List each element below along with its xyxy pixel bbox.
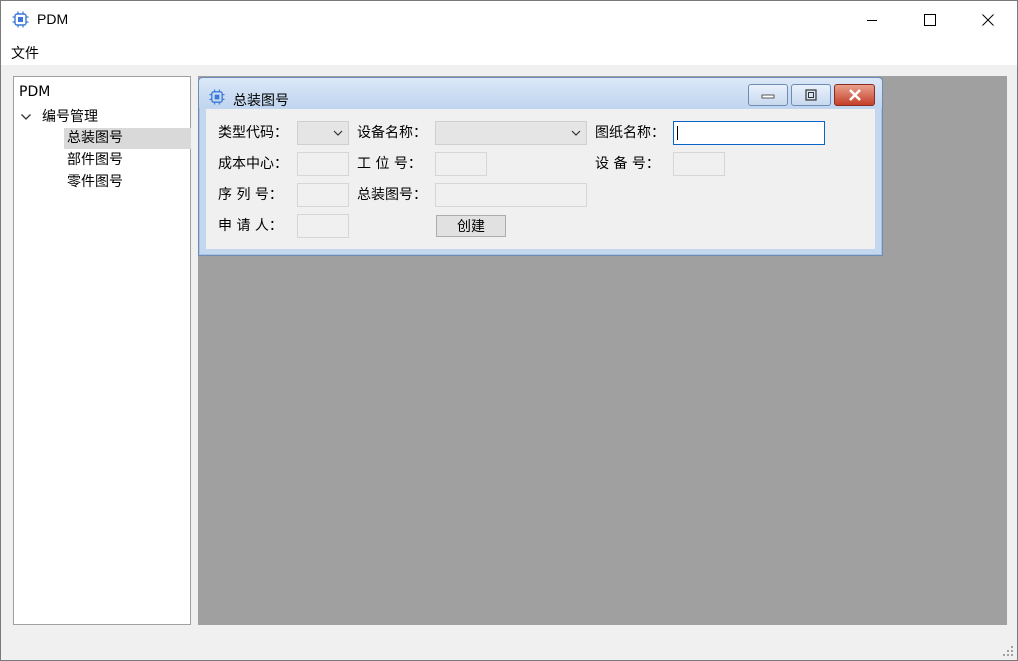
cost-center-input[interactable]: [297, 152, 349, 176]
window-title: PDM: [37, 11, 69, 27]
label-serial-no: 序 列 号：: [218, 187, 283, 203]
create-button[interactable]: 创建: [436, 215, 506, 237]
minimize-button[interactable]: [843, 1, 901, 39]
applicant-input[interactable]: [297, 214, 349, 238]
minimize-icon: [867, 20, 877, 21]
label-type-code: 类型代码：: [218, 125, 288, 141]
menu-bar: 文件: [1, 39, 1017, 65]
resize-grip-icon[interactable]: [1003, 646, 1013, 656]
chip-icon: [12, 11, 29, 28]
label-device-no: 设 备 号：: [595, 156, 660, 172]
main-window: PDM 文件 PDM 编号管理 总装图号 部件图号 零件图号 总装图号 类型代码…: [0, 0, 1018, 661]
text-caret: [677, 126, 678, 140]
subwindow-title: 总装图号: [233, 93, 289, 109]
close-icon: [982, 14, 994, 26]
serial-no-input[interactable]: [297, 183, 349, 207]
tree-group-numbering[interactable]: 编号管理: [42, 107, 98, 128]
tree-item-assembly[interactable]: 总装图号: [64, 128, 191, 149]
subwindow-restore-button[interactable]: [791, 84, 831, 106]
chevron-down-icon: [571, 130, 581, 136]
tree-item-component[interactable]: 部件图号: [67, 150, 123, 171]
label-cost-center: 成本中心：: [218, 156, 288, 172]
label-applicant: 申 请 人：: [218, 218, 283, 234]
close-button[interactable]: [959, 1, 1017, 39]
subwindow-close-button[interactable]: [834, 84, 875, 106]
type-code-combo[interactable]: [297, 121, 349, 145]
minimize-icon: [761, 94, 775, 99]
maximize-icon: [924, 14, 936, 26]
subwindow-title-bar[interactable]: 总装图号: [199, 78, 882, 109]
label-drawing-name: 图纸名称：: [595, 125, 665, 141]
drawing-name-input[interactable]: [673, 121, 825, 145]
assembly-subwindow: 总装图号 类型代码： 设备名称： 图纸名称： 成本中心： 工 位 号： 设 备 …: [198, 77, 883, 256]
tree-item-part[interactable]: 零件图号: [67, 172, 123, 193]
menu-file[interactable]: 文件: [11, 43, 39, 63]
restore-icon: [805, 89, 817, 101]
label-station-no: 工 位 号：: [357, 156, 422, 172]
station-no-input[interactable]: [435, 152, 487, 176]
chevron-down-icon[interactable]: [20, 111, 32, 123]
chip-icon: [209, 89, 225, 105]
close-icon: [848, 89, 861, 101]
device-name-combo[interactable]: [435, 121, 587, 145]
chevron-down-icon: [333, 130, 343, 136]
subwindow-form: 类型代码： 设备名称： 图纸名称： 成本中心： 工 位 号： 设 备 号： 序 …: [206, 109, 875, 249]
label-device-name: 设备名称：: [357, 125, 427, 141]
navigation-tree: PDM 编号管理 总装图号 部件图号 零件图号: [13, 76, 191, 625]
assembly-no-input[interactable]: [435, 183, 587, 207]
subwindow-minimize-button[interactable]: [748, 84, 788, 106]
label-assembly-no: 总装图号：: [357, 187, 427, 203]
maximize-button[interactable]: [901, 1, 959, 39]
tree-root[interactable]: PDM: [19, 82, 50, 103]
device-no-input[interactable]: [673, 152, 725, 176]
title-bar[interactable]: PDM: [1, 1, 1017, 39]
